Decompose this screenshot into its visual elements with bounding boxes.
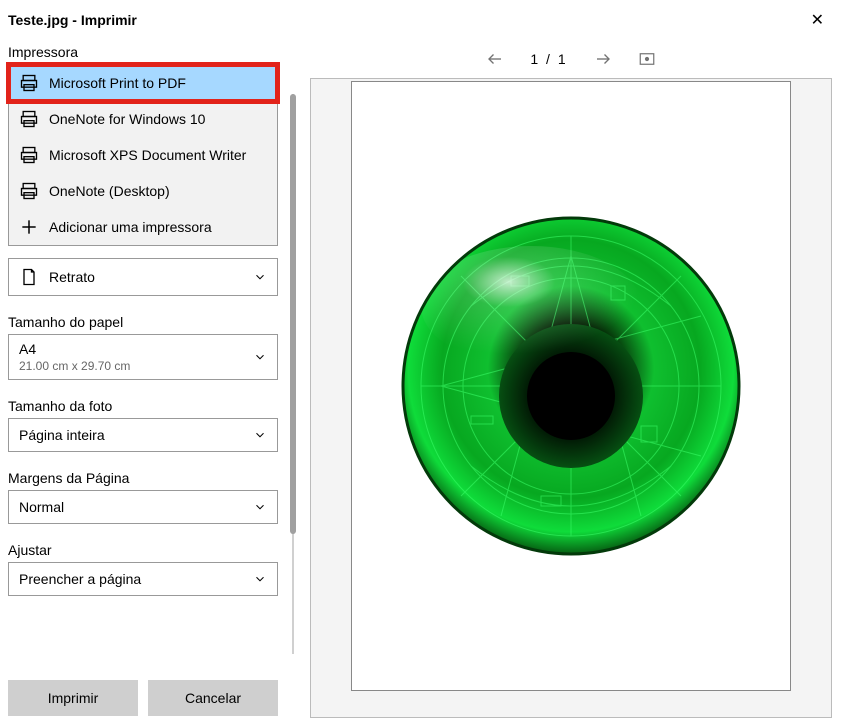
paper-size-detail: 21.00 cm x 29.70 cm — [19, 359, 130, 373]
printer-item-onenote-desktop[interactable]: OneNote (Desktop) — [9, 173, 277, 209]
printer-item-xps[interactable]: Microsoft XPS Document Writer — [9, 137, 277, 173]
photo-size-select[interactable]: Página inteira — [8, 418, 278, 452]
printer-item-label: Microsoft XPS Document Writer — [49, 147, 246, 163]
printer-icon — [19, 73, 39, 93]
margins-value: Normal — [19, 499, 64, 515]
window-title: Teste.jpg - Imprimir — [8, 12, 137, 28]
printer-item-label: OneNote for Windows 10 — [49, 111, 205, 127]
printer-item-ms-print-pdf[interactable]: Microsoft Print to PDF — [9, 65, 277, 101]
printer-icon — [19, 145, 39, 165]
margins-select[interactable]: Normal — [8, 490, 278, 524]
preview-image — [401, 216, 741, 556]
add-printer-item[interactable]: Adicionar uma impressora — [9, 209, 277, 245]
paper-size-label: Tamanho do papel — [8, 314, 292, 330]
preview-page — [351, 81, 791, 691]
next-page-button[interactable] — [594, 50, 612, 68]
print-button[interactable]: Imprimir — [8, 680, 138, 716]
chevron-down-icon — [253, 270, 267, 284]
printer-section-label: Impressora — [8, 44, 292, 60]
orientation-value: Retrato — [49, 269, 95, 285]
prev-page-button[interactable] — [486, 50, 504, 68]
printer-list: Microsoft Print to PDF OneNote for Windo… — [8, 64, 278, 246]
preview-surface — [310, 78, 832, 718]
page-indicator: 1 / 1 — [530, 51, 567, 67]
scroll-thumb[interactable] — [290, 94, 296, 534]
chevron-down-icon — [253, 350, 267, 364]
printer-item-label: OneNote (Desktop) — [49, 183, 170, 199]
paper-size-select[interactable]: A4 21.00 cm x 29.70 cm — [8, 334, 278, 380]
cancel-button[interactable]: Cancelar — [148, 680, 278, 716]
paper-size-value: A4 — [19, 341, 130, 357]
chevron-down-icon — [253, 428, 267, 442]
add-printer-label: Adicionar uma impressora — [49, 219, 212, 235]
photo-size-label: Tamanho da foto — [8, 398, 292, 414]
fit-select[interactable]: Preencher a página — [8, 562, 278, 596]
page-portrait-icon — [19, 267, 39, 287]
fit-page-button[interactable] — [638, 50, 656, 68]
plus-icon — [19, 217, 39, 237]
margins-label: Margens da Página — [8, 470, 292, 486]
printer-item-label: Microsoft Print to PDF — [49, 75, 186, 91]
chevron-down-icon — [253, 572, 267, 586]
printer-icon — [19, 109, 39, 129]
photo-size-value: Página inteira — [19, 427, 105, 443]
printer-icon — [19, 181, 39, 201]
fit-value: Preencher a página — [19, 571, 141, 587]
fit-label: Ajustar — [8, 542, 292, 558]
preview-toolbar: 1 / 1 — [300, 36, 842, 78]
close-button[interactable]: ✕ — [805, 8, 830, 32]
chevron-down-icon — [253, 500, 267, 514]
printer-item-onenote-win10[interactable]: OneNote for Windows 10 — [9, 101, 277, 137]
orientation-select[interactable]: Retrato — [8, 258, 278, 296]
